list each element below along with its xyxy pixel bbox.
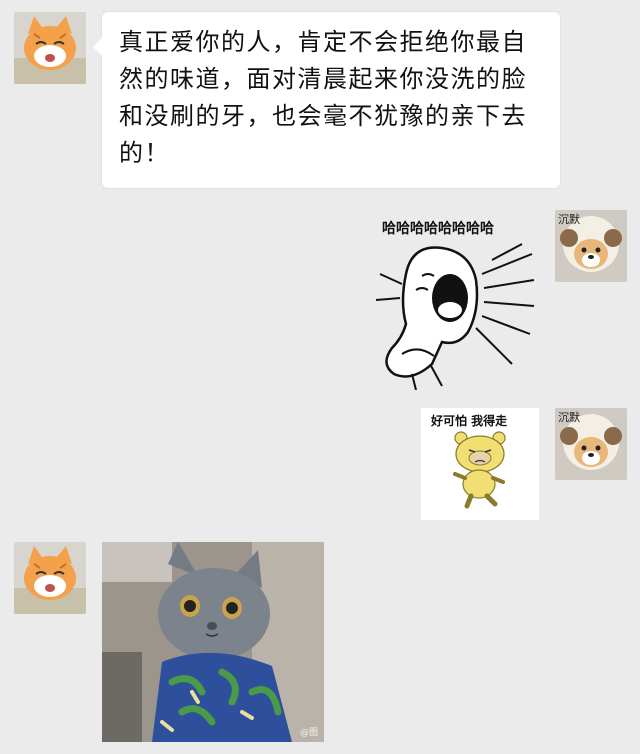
dog-avatar-icon[interactable]: 沉默 bbox=[555, 408, 627, 480]
orange-cat-avatar-icon[interactable] bbox=[14, 12, 86, 84]
sticker-caption: 好可怕 我得走 bbox=[431, 414, 508, 428]
message-bubble-text[interactable]: 真正爱你的人，肯定不会拒绝你最自然的味道，面对清晨起来你没洗的脸和没刷的牙，也会… bbox=[93, 12, 560, 188]
gray-cat-photo-icon[interactable]: @图 bbox=[102, 542, 324, 742]
orange-cat-avatar-art bbox=[14, 542, 86, 614]
avatar-caption: 沉默 bbox=[558, 213, 580, 226]
dog-avatar-icon[interactable]: 沉默 bbox=[555, 210, 627, 282]
orange-cat-avatar-icon[interactable] bbox=[14, 542, 86, 614]
laughing-meme-sticker-icon[interactable]: 哈哈哈哈哈哈哈哈 bbox=[372, 214, 538, 391]
gray-cat-photo-art bbox=[102, 542, 324, 742]
message-text: 真正爱你的人，肯定不会拒绝你最自然的味道，面对清晨起来你没洗的脸和没刷的牙，也会… bbox=[119, 28, 527, 167]
laughing-face-art bbox=[375, 243, 535, 391]
chat-window: 真正爱你的人，肯定不会拒绝你最自然的味道，面对清晨起来你没洗的脸和没刷的牙，也会… bbox=[0, 0, 640, 754]
orange-cat-avatar-art bbox=[14, 12, 86, 84]
yellow-bear-sticker-icon[interactable]: 好可怕 我得走 bbox=[421, 408, 539, 520]
photo-watermark: @图 bbox=[299, 728, 318, 738]
sticker-caption: 哈哈哈哈哈哈哈哈 bbox=[382, 221, 494, 237]
avatar-caption: 沉默 bbox=[558, 411, 580, 424]
